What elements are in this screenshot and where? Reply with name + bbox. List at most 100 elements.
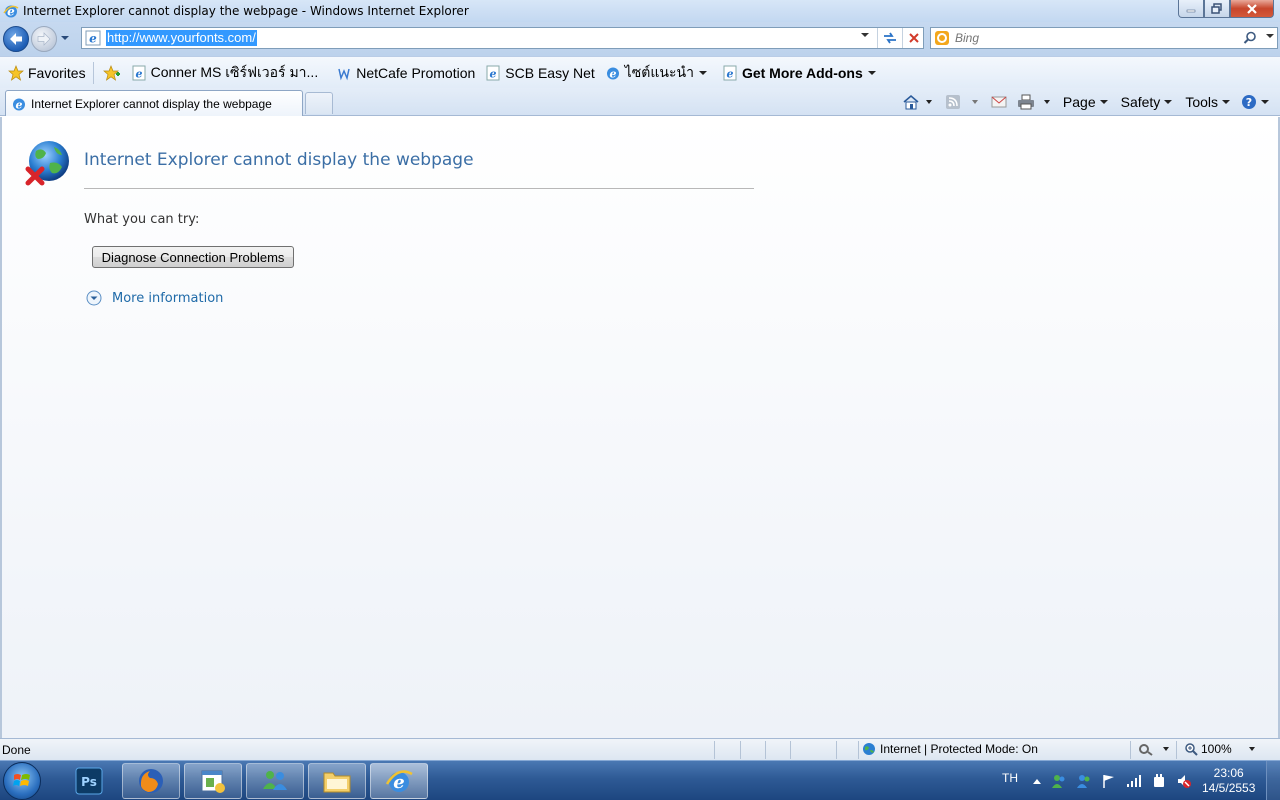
favorites-button[interactable]: Favorites	[5, 62, 89, 84]
start-button[interactable]	[3, 762, 41, 800]
svg-text:?: ?	[1246, 96, 1252, 109]
home-button[interactable]	[902, 94, 935, 110]
tab-row: e Internet Explorer cannot display the w…	[0, 88, 1280, 116]
show-hidden-icons-icon[interactable]	[1032, 777, 1042, 785]
help-menu[interactable]: ?	[1241, 94, 1270, 110]
messenger-icon	[263, 771, 287, 790]
volume-muted-icon[interactable]	[1176, 773, 1192, 789]
zoom-icon	[1185, 743, 1198, 756]
forward-button[interactable]	[31, 26, 57, 52]
search-box[interactable]	[930, 27, 1278, 49]
favorite-link-label: NetCafe Promotion	[356, 64, 476, 81]
chevron-down-icon[interactable]	[1041, 99, 1053, 105]
window-controls	[1178, 0, 1274, 18]
more-information-label: More information	[112, 290, 224, 306]
stop-icon[interactable]	[906, 30, 922, 46]
printer-icon	[1017, 94, 1034, 110]
svg-text:e: e	[609, 67, 616, 80]
divider	[858, 741, 859, 759]
protected-mode-button[interactable]	[1138, 742, 1172, 756]
refresh-icon[interactable]	[882, 30, 898, 46]
ie-logo-icon: e	[606, 67, 619, 80]
taskbar-firefox[interactable]	[122, 763, 180, 799]
chevron-down-icon	[1164, 100, 1173, 104]
svg-text:Ps: Ps	[81, 775, 97, 789]
svg-text:e: e	[135, 67, 142, 80]
url-text[interactable]: http://www.yourfonts.com/	[106, 30, 257, 46]
zoom-level: 100%	[1201, 742, 1232, 756]
messenger-tray-icon-2[interactable]	[1076, 773, 1092, 789]
divider	[714, 741, 715, 759]
feeds-button[interactable]	[945, 94, 981, 110]
clock-date: 14/5/2553	[1202, 781, 1256, 795]
clock[interactable]: 23:06 14/5/2553	[1202, 766, 1255, 796]
chevron-down-icon	[698, 70, 707, 75]
tray-icons	[1032, 773, 1201, 789]
window-title: Internet Explorer cannot display the web…	[23, 4, 469, 18]
taskbar-explorer[interactable]	[308, 763, 366, 799]
search-dropdown-icon[interactable]	[1265, 33, 1275, 39]
restore-icon	[1211, 2, 1222, 14]
tab-active[interactable]: e Internet Explorer cannot display the w…	[5, 90, 303, 116]
action-center-flag-icon[interactable]	[1101, 773, 1117, 789]
svg-text:e: e	[89, 32, 97, 46]
minimize-button[interactable]	[1178, 0, 1204, 18]
title-bar: e Internet Explorer cannot display the w…	[0, 0, 1280, 22]
ie-page-icon: e	[486, 65, 500, 80]
favorite-link-scb[interactable]: e SCB Easy Net	[482, 62, 597, 84]
taskbar-photoshop[interactable]: Ps	[60, 763, 118, 799]
taskbar-messenger[interactable]	[246, 763, 304, 799]
restore-button[interactable]	[1204, 0, 1230, 18]
messenger-tray-icon[interactable]	[1051, 773, 1067, 789]
tab-title: Internet Explorer cannot display the web…	[31, 96, 272, 111]
get-more-addons-button[interactable]: e Get More Add-ons	[719, 62, 884, 84]
favorite-link-conner[interactable]: e Conner MS เซิร์ฟเวอร์ มา...	[128, 62, 322, 84]
globe-icon	[863, 743, 875, 755]
more-information-link[interactable]: More information	[86, 290, 223, 306]
divider	[790, 741, 791, 759]
chevron-down-icon[interactable]	[923, 99, 935, 105]
zoom-control[interactable]: 100%	[1184, 742, 1258, 756]
mail-button[interactable]	[991, 95, 1007, 109]
language-indicator[interactable]: TH	[1002, 771, 1018, 785]
add-favorite-icon	[102, 64, 120, 81]
zone-label: Internet | Protected Mode: On	[880, 742, 1038, 756]
favorite-link-label: ไซต์แนะนำ	[624, 63, 694, 80]
show-desktop-button[interactable]	[1266, 761, 1280, 800]
minimize-icon	[1186, 9, 1196, 12]
suggested-sites-button[interactable]: e ไซต์แนะนำ	[602, 62, 715, 84]
page-menu[interactable]: Page	[1063, 94, 1109, 110]
back-button[interactable]	[3, 26, 29, 52]
print-button[interactable]	[1017, 94, 1053, 110]
system-tray: TH 23:06 14/5/2553	[996, 761, 1280, 800]
tools-menu[interactable]: Tools	[1185, 94, 1231, 110]
address-box[interactable]: e http://www.yourfonts.com/	[81, 27, 924, 49]
divider	[877, 28, 878, 48]
photoshop-icon: Ps	[75, 767, 103, 795]
globe-error-icon	[25, 141, 69, 186]
close-button[interactable]	[1230, 0, 1274, 18]
safety-menu[interactable]: Safety	[1121, 94, 1174, 110]
power-plug-icon[interactable]	[1151, 773, 1167, 789]
taskbar-program[interactable]	[184, 763, 242, 799]
clock-time: 23:06	[1213, 766, 1244, 780]
chevron-down-icon	[1222, 100, 1230, 104]
new-tab-button[interactable]	[305, 92, 333, 114]
add-to-favorites-button[interactable]	[100, 62, 128, 84]
page-content: Internet Explorer cannot display the web…	[0, 117, 1280, 738]
taskbar-internet-explorer[interactable]: e	[370, 763, 428, 799]
star-icon	[8, 64, 24, 81]
chevron-down-icon	[1163, 747, 1169, 751]
expand-down-icon	[86, 290, 102, 306]
divider	[1130, 741, 1131, 759]
favorite-link-netcafe[interactable]: NetCafe Promotion	[333, 62, 478, 84]
security-zone[interactable]: Internet | Protected Mode: On	[862, 742, 1038, 756]
diagnose-connection-button[interactable]: Diagnose Connection Problems	[92, 246, 294, 268]
search-input[interactable]	[955, 30, 1235, 46]
history-dropdown-icon[interactable]	[60, 35, 70, 41]
network-signal-icon[interactable]	[1126, 774, 1142, 788]
ie-logo-icon: e	[385, 770, 413, 793]
search-icon[interactable]	[1243, 31, 1257, 45]
chevron-down-icon[interactable]	[969, 99, 981, 105]
address-dropdown-icon[interactable]	[860, 32, 870, 38]
